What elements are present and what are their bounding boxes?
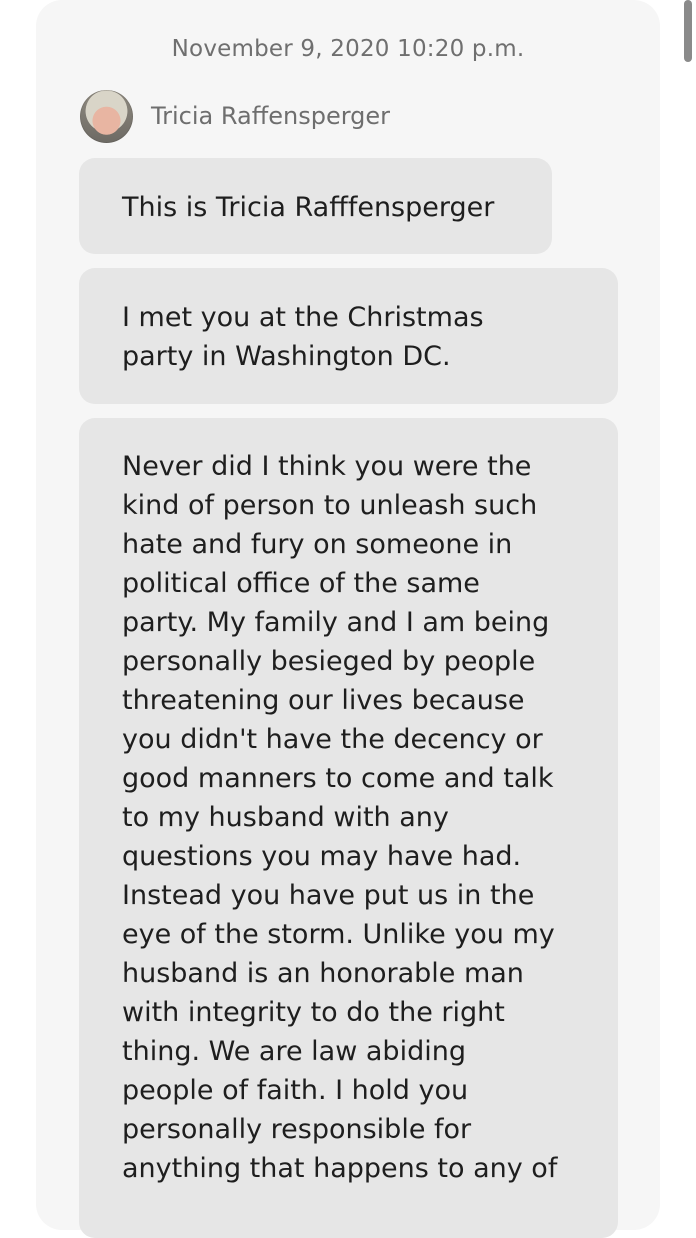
message-text-line: party. My family and I am being bbox=[122, 607, 550, 638]
message-text-line: political office of the same bbox=[122, 568, 480, 599]
message-timestamp: November 9, 2020 10:20 p.m. bbox=[171, 36, 525, 62]
message-text-line: Instead you have put us in the bbox=[122, 880, 535, 911]
message-text-line: you didn't have the decency or bbox=[122, 724, 543, 755]
message-text-line: people of faith. I hold you bbox=[122, 1075, 469, 1106]
message-text-line: personally responsible for bbox=[122, 1114, 472, 1145]
message-bubble[interactable]: I met you at the Christmas party in Wash… bbox=[79, 268, 618, 404]
message-text-line: party in Washington DC. bbox=[122, 341, 451, 372]
message-text-line: I met you at the Christmas bbox=[122, 302, 484, 333]
message-text-line: questions you may have had. bbox=[122, 841, 522, 872]
message-text-line: Never did I think you were the bbox=[122, 451, 532, 482]
message-bubble[interactable]: This is Tricia Rafffensperger bbox=[79, 158, 552, 254]
message-text-line: husband is an honorable man bbox=[122, 958, 524, 989]
message-text-line: with integrity to do the right bbox=[122, 997, 505, 1028]
message-bubble[interactable]: Never did I think you were the kind of p… bbox=[79, 418, 618, 1238]
sender-header: Tricia Raffensperger bbox=[80, 89, 390, 143]
message-text-line: threatening our lives because bbox=[122, 685, 525, 716]
message-text-line: kind of person to unleash such bbox=[122, 490, 538, 521]
message-text-line: anything that happens to any of bbox=[122, 1153, 558, 1184]
message-text-line: hate and fury on someone in bbox=[122, 529, 513, 560]
sender-name: Tricia Raffensperger bbox=[151, 102, 391, 130]
message-text-line: eye of the storm. Unlike you my bbox=[122, 919, 555, 950]
message-text-line: thing. We are law abiding bbox=[122, 1036, 466, 1067]
message-text-line: to my husband with any bbox=[122, 802, 449, 833]
sender-avatar[interactable] bbox=[80, 89, 133, 143]
message-text-line: personally besieged by people bbox=[122, 646, 536, 677]
message-text-line: This is Tricia Rafffensperger bbox=[122, 192, 495, 223]
scrollbar[interactable] bbox=[684, 0, 692, 62]
message-text-line: good manners to come and talk bbox=[122, 763, 554, 794]
